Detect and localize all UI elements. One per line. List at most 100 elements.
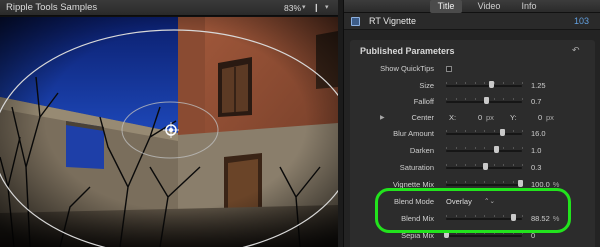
slider-knob[interactable]: [500, 129, 506, 136]
slider-tick: [493, 215, 495, 217]
slider-tick: [503, 181, 504, 183]
slider-tick: [474, 232, 476, 234]
slider-tick: [465, 215, 466, 217]
reset-icon[interactable]: ↶: [572, 45, 580, 56]
disclosure-triangle-icon[interactable]: ▶: [380, 111, 385, 125]
sepia-mix-slider[interactable]: [444, 231, 523, 238]
param-label: Blend Mix: [401, 214, 434, 223]
slider-tick: [522, 98, 523, 100]
slider-knob[interactable]: [483, 97, 489, 104]
blur-amount-value[interactable]: 16.0: [531, 127, 546, 141]
param-saturation: Saturation 0.3: [350, 161, 595, 175]
center-y-value[interactable]: 0: [538, 111, 542, 125]
slider-tick: [493, 98, 495, 100]
slider-tick: [512, 147, 514, 149]
slider-tick: [474, 130, 476, 132]
slider-tick: [484, 147, 485, 149]
viewer-panel: Ripple Tools Samples 83% ▾ ❙ ▾: [0, 0, 338, 247]
param-center: ▶ Center X: 0 px Y: 0 px: [350, 111, 595, 125]
slider-tick: [455, 232, 457, 234]
slider-tick: [493, 164, 495, 166]
param-label: Saturation: [399, 163, 434, 172]
blend-mix-number[interactable]: 88.52: [531, 214, 550, 223]
darken-slider[interactable]: [446, 146, 523, 153]
slider-tick: [503, 82, 504, 84]
slider-knob[interactable]: [488, 81, 494, 88]
slider-tick: [522, 130, 523, 132]
slider-tick: [512, 164, 514, 166]
slider-knob[interactable]: [518, 180, 524, 187]
param-label: Size: [419, 81, 434, 90]
slider-tick: [446, 130, 447, 132]
saturation-value[interactable]: 0.3: [531, 161, 541, 175]
slider-tick: [455, 147, 457, 149]
inspector-tab-bar: Title Video Info: [344, 0, 600, 13]
slider-tick: [474, 82, 476, 84]
slider-tick: [455, 164, 457, 166]
blur-amount-slider[interactable]: [446, 129, 523, 136]
tab-title[interactable]: Title: [430, 0, 462, 13]
show-quicktips-checkbox[interactable]: [446, 66, 452, 72]
slider-tick: [474, 181, 476, 183]
falloff-slider[interactable]: [446, 97, 523, 104]
slider-tick: [503, 215, 504, 217]
slider-tick: [446, 147, 447, 149]
sepia-mix-value[interactable]: 0: [531, 229, 535, 243]
center-y-label: Y:: [510, 113, 517, 122]
slider-tick: [522, 82, 523, 84]
param-show-quicktips: Show QuickTips: [350, 62, 595, 76]
param-label: Darken: [409, 146, 434, 155]
popup-arrows-icon[interactable]: ⌃⌄: [484, 195, 495, 209]
vignette-mix-value[interactable]: 100.0%: [531, 178, 559, 192]
slider-tick: [493, 181, 495, 183]
view-options-dropdown-icon[interactable]: ▾: [325, 0, 329, 16]
slider-tick: [512, 130, 514, 132]
param-label: Blur Amount: [393, 129, 434, 138]
param-sepia-mix: Sepia Mix 0: [350, 229, 595, 243]
zoom-dropdown-icon[interactable]: ▾: [302, 0, 306, 16]
inspector-panel: Title Video Info RT Vignette 103 Publish…: [343, 0, 600, 247]
slider-tick: [484, 181, 485, 183]
vignette-mix-slider[interactable]: [446, 180, 524, 187]
slider-tick: [522, 215, 523, 217]
slider-tick: [446, 215, 447, 217]
slider-tick: [465, 164, 466, 166]
slider-tick: [484, 232, 485, 234]
slider-tick: [465, 130, 466, 132]
blend-mode-popup[interactable]: Overlay: [446, 195, 472, 209]
slider-knob[interactable]: [444, 231, 449, 238]
param-label: Sepia Mix: [401, 231, 434, 240]
vignette-mix-number[interactable]: 100.0: [531, 180, 550, 189]
slider-tick: [484, 215, 485, 217]
slider-tick: [493, 232, 495, 234]
slider-tick: [493, 130, 495, 132]
published-parameters-section: Published Parameters ↶ Show QuickTips Si…: [350, 40, 595, 247]
size-slider[interactable]: [446, 81, 523, 88]
slider-tick: [465, 82, 466, 84]
slider-tick: [465, 181, 466, 183]
darken-value[interactable]: 1.0: [531, 144, 541, 158]
slider-tick: [512, 232, 514, 234]
zoom-level[interactable]: 83%: [284, 0, 301, 16]
effect-name: RT Vignette: [369, 16, 417, 26]
param-blend-mode: Blend Mode Overlay ⌃⌄: [350, 195, 595, 209]
center-y-unit: px: [546, 113, 554, 122]
view-options-icon[interactable]: ❙: [313, 0, 320, 16]
blend-mix-value[interactable]: 88.52%: [531, 212, 559, 226]
saturation-slider[interactable]: [446, 163, 523, 170]
slider-knob[interactable]: [494, 146, 500, 153]
video-canvas[interactable]: [0, 17, 338, 247]
slider-knob[interactable]: [510, 214, 516, 221]
tab-info[interactable]: Info: [512, 0, 546, 13]
slider-knob[interactable]: [482, 163, 488, 170]
param-label: Show QuickTips: [380, 64, 434, 73]
blend-mix-slider[interactable]: [446, 214, 523, 221]
slider-tick: [503, 164, 504, 166]
slider-tick: [512, 181, 514, 183]
filter-icon: [351, 17, 360, 26]
slider-tick: [522, 232, 523, 234]
falloff-value[interactable]: 0.7: [531, 95, 541, 109]
center-x-value[interactable]: 0: [478, 111, 482, 125]
size-value[interactable]: 1.25: [531, 79, 546, 93]
tab-video[interactable]: Video: [472, 0, 506, 13]
